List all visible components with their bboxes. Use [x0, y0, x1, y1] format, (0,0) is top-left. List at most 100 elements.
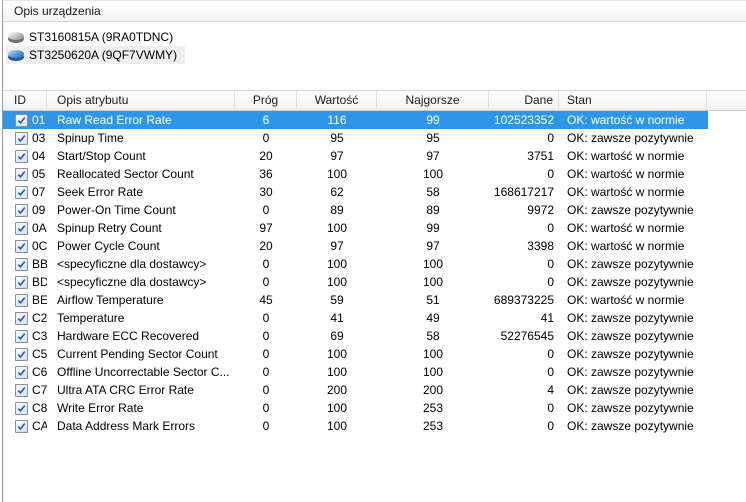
- column-header-id[interactable]: ID: [3, 91, 47, 110]
- attribute-name: <specyficzne dla dostawcy>: [57, 275, 207, 289]
- device-list-item[interactable]: ST3250620A (9QF7VWMY): [6, 46, 186, 64]
- attribute-checkbox[interactable]: [15, 113, 28, 127]
- attribute-id: CA: [32, 419, 47, 433]
- attribute-id-cell: CA: [3, 417, 47, 435]
- attribute-checkbox[interactable]: [15, 311, 28, 325]
- attribute-row[interactable]: C8 Write Error Rate 0 100 253 0 OK: zaws…: [3, 399, 708, 417]
- attribute-row[interactable]: C2 Temperature 0 41 49 41 OK: zawsze poz…: [3, 309, 708, 327]
- attribute-id: C7: [32, 383, 47, 397]
- attribute-row[interactable]: 07 Seek Error Rate 30 62 58 168617217 OK…: [3, 183, 708, 201]
- attribute-threshold: 0: [262, 257, 270, 271]
- column-header-data[interactable]: Dane: [489, 91, 559, 110]
- attribute-name: Hardware ECC Recovered: [57, 329, 200, 343]
- checkmark-icon: [17, 260, 26, 268]
- attribute-worst: 100: [422, 257, 444, 271]
- column-header-threshold[interactable]: Próg: [235, 91, 297, 110]
- attribute-row[interactable]: 05 Reallocated Sector Count 36 100 100 0…: [3, 165, 708, 183]
- attribute-checkbox[interactable]: [15, 347, 28, 361]
- attribute-threshold: 0: [262, 311, 270, 325]
- column-header-worst[interactable]: Najgorsze: [377, 91, 489, 110]
- attribute-value: 69: [330, 329, 344, 343]
- checkmark-icon: [17, 134, 26, 142]
- attribute-checkbox[interactable]: [15, 149, 28, 163]
- attribute-name: Raw Read Error Rate: [57, 113, 172, 127]
- attribute-row[interactable]: C5 Current Pending Sector Count 0 100 10…: [3, 345, 708, 363]
- attribute-row[interactable]: BE Airflow Temperature 45 59 51 68937322…: [3, 291, 708, 309]
- attribute-id: 05: [32, 167, 46, 181]
- attribute-checkbox[interactable]: [15, 239, 28, 253]
- column-header-status[interactable]: Stan: [559, 91, 707, 110]
- attribute-checkbox[interactable]: [15, 131, 28, 145]
- attribute-row[interactable]: BB <specyficzne dla dostawcy> 0 100 100 …: [3, 255, 708, 273]
- attribute-data: 41: [540, 311, 554, 325]
- attribute-row[interactable]: 03 Spinup Time 0 95 95 0 OK: zawsze pozy…: [3, 129, 708, 147]
- attribute-name: Current Pending Sector Count: [57, 347, 218, 361]
- attribute-row[interactable]: C3 Hardware ECC Recovered 0 69 58 522765…: [3, 327, 708, 345]
- attribute-threshold: 0: [262, 329, 270, 343]
- attributes-table: ID Opis atrybutu Próg Wartość Najgorsze …: [3, 90, 746, 435]
- attribute-worst: 89: [426, 203, 440, 217]
- attribute-data: 168617217: [493, 185, 554, 199]
- attribute-name: Seek Error Rate: [57, 185, 144, 199]
- attribute-worst: 49: [426, 311, 440, 325]
- attribute-name: Ultra ATA CRC Error Rate: [57, 383, 194, 397]
- attribute-row[interactable]: C6 Offline Uncorrectable Sector C... 0 1…: [3, 363, 708, 381]
- attribute-id-cell: C7: [3, 381, 47, 399]
- attribute-row[interactable]: 0C Power Cycle Count 20 97 97 3398 OK: w…: [3, 237, 708, 255]
- attribute-checkbox[interactable]: [15, 293, 28, 307]
- attribute-status: OK: zawsze pozytywnie: [567, 401, 694, 415]
- attribute-status: OK: zawsze pozytywnie: [567, 365, 694, 379]
- attribute-checkbox[interactable]: [15, 383, 28, 397]
- attribute-status: OK: zawsze pozytywnie: [567, 311, 694, 325]
- attribute-id: C2: [32, 311, 47, 325]
- attribute-status: OK: wartość w normie: [567, 167, 685, 181]
- attribute-id: 01: [32, 113, 46, 127]
- attribute-checkbox[interactable]: [15, 257, 28, 271]
- checkmark-icon: [17, 386, 26, 394]
- attribute-checkbox[interactable]: [15, 365, 28, 379]
- attribute-id: 09: [32, 203, 46, 217]
- attribute-data: 0: [547, 401, 554, 415]
- attribute-checkbox[interactable]: [15, 203, 28, 217]
- attribute-threshold: 0: [262, 419, 270, 433]
- attribute-status: OK: zawsze pozytywnie: [567, 329, 694, 343]
- checkmark-icon: [17, 368, 26, 376]
- checkmark-icon: [17, 278, 26, 286]
- attribute-row[interactable]: CA Data Address Mark Errors 0 100 253 0 …: [3, 417, 708, 435]
- attributes-table-header: ID Opis atrybutu Próg Wartość Najgorsze …: [3, 90, 746, 111]
- attribute-row[interactable]: BD <specyficzne dla dostawcy> 0 100 100 …: [3, 273, 708, 291]
- attribute-row[interactable]: 09 Power-On Time Count 0 89 89 9972 OK: …: [3, 201, 708, 219]
- attribute-value: 95: [330, 131, 344, 145]
- attribute-checkbox[interactable]: [15, 329, 28, 343]
- attribute-checkbox[interactable]: [15, 419, 28, 433]
- attribute-data: 689373225: [493, 293, 554, 307]
- attribute-name: <specyficzne dla dostawcy>: [57, 257, 207, 271]
- attribute-status: OK: zawsze pozytywnie: [567, 131, 694, 145]
- attribute-status: OK: zawsze pozytywnie: [567, 257, 694, 271]
- attribute-worst: 97: [426, 239, 440, 253]
- attribute-threshold: 20: [259, 149, 273, 163]
- attribute-threshold: 0: [262, 383, 270, 397]
- device-panel-header: Opis urządzenia: [3, 0, 746, 22]
- column-header-attribute[interactable]: Opis atrybutu: [47, 91, 235, 110]
- attribute-checkbox[interactable]: [15, 275, 28, 289]
- attribute-row[interactable]: 04 Start/Stop Count 20 97 97 3751 OK: wa…: [3, 147, 708, 165]
- attribute-row[interactable]: 01 Raw Read Error Rate 6 116 99 10252335…: [3, 111, 708, 129]
- attribute-threshold: 0: [262, 131, 270, 145]
- attribute-threshold: 6: [262, 113, 270, 127]
- attribute-status: OK: wartość w normie: [567, 149, 685, 163]
- attribute-row[interactable]: 0A Spinup Retry Count 97 100 99 0 OK: wa…: [3, 219, 708, 237]
- attribute-value: 200: [326, 383, 348, 397]
- attribute-status: OK: wartość w normie: [567, 185, 685, 199]
- attribute-checkbox[interactable]: [15, 167, 28, 181]
- device-list-item[interactable]: ST3160815A (9RA0TDNC): [6, 28, 181, 46]
- column-header-value[interactable]: Wartość: [297, 91, 377, 110]
- attribute-id: C3: [32, 329, 47, 343]
- attribute-id: C8: [32, 401, 47, 415]
- attribute-checkbox[interactable]: [15, 401, 28, 415]
- attributes-table-body: 01 Raw Read Error Rate 6 116 99 10252335…: [3, 111, 708, 435]
- attribute-row[interactable]: C7 Ultra ATA CRC Error Rate 0 200 200 4 …: [3, 381, 708, 399]
- attribute-value: 100: [326, 167, 348, 181]
- attribute-checkbox[interactable]: [15, 221, 28, 235]
- attribute-checkbox[interactable]: [15, 185, 28, 199]
